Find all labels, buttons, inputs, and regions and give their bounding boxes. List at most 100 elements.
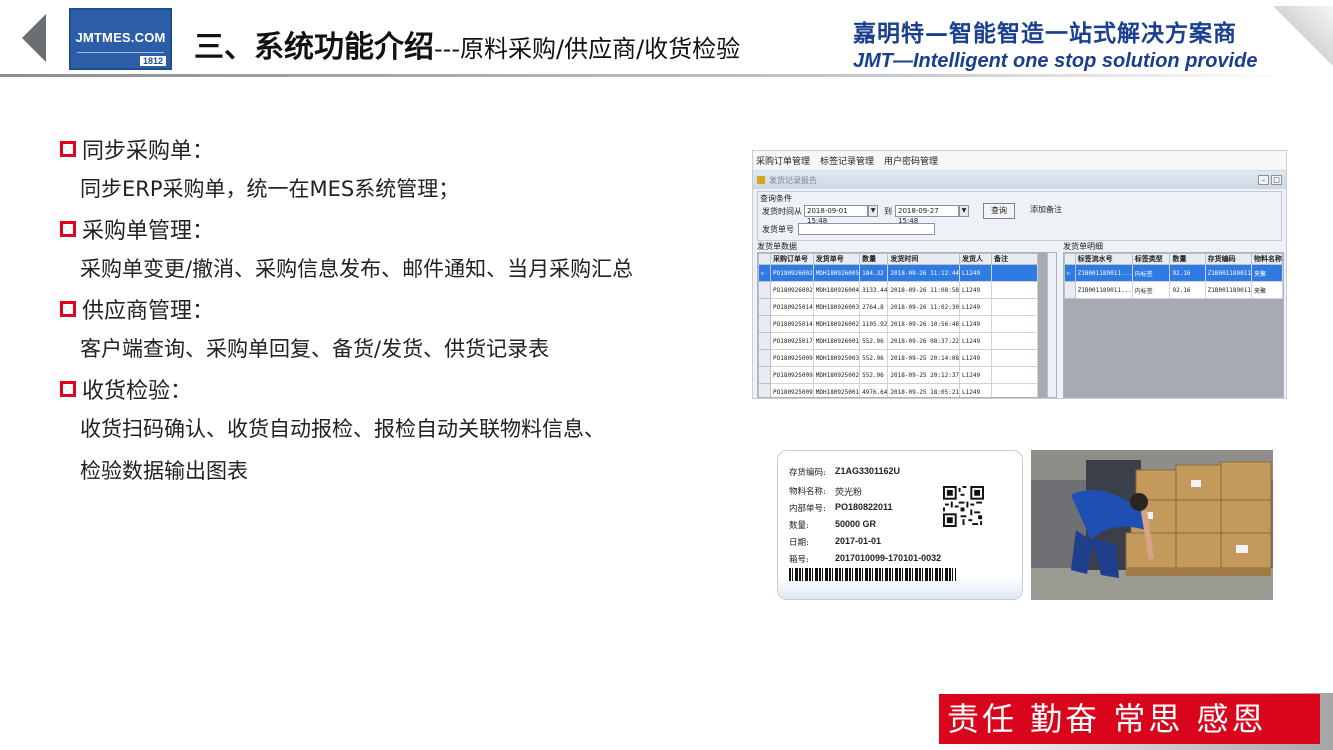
table-cell (991, 315, 1039, 333)
column-header[interactable]: 标签流水号 (1074, 253, 1133, 265)
section-heading-text: 采购单管理： (82, 219, 215, 244)
vertical-scrollbar[interactable] (1047, 253, 1056, 397)
table-cell: MDH180926001 (812, 332, 861, 350)
row-pointer-icon[interactable]: ▷ (1064, 264, 1076, 282)
table-cell: 2018-09-26 10:56:48 (887, 315, 961, 333)
chevron-down-icon[interactable]: ▼ (868, 205, 878, 217)
table-cell: 内标签 (1131, 264, 1171, 282)
shipment-grid: 采购订单号 发货单号 数量 发货时间 发货人 备注 ▷ PO180926002 MDH18092… (757, 252, 1057, 398)
qr-code-icon (943, 486, 984, 527)
table-row[interactable]: PO180926002 MDH180926004 3133.44 2018-09-26… (758, 281, 1039, 299)
app-menubar: 采购订单管理 标签记录管理 用户密码管理 (753, 151, 1286, 171)
detail-table: 标签流水号 标签类型 数量 存货编码 物料名称 ▷ Z1B001189011... 内标签 92… (1064, 253, 1283, 299)
column-header[interactable]: 发货单号 (812, 253, 861, 265)
slide-header: JMTMES.COM 1812 三、系统功能介绍---原料采购/供应商/收货检验… (0, 0, 1333, 80)
table-row[interactable]: PO180925009 MDH180925002 552.96 2018-09-25 … (758, 366, 1039, 384)
table-row[interactable]: ▷ Z1B001189011... 内标签 92.16 Z1B001189011 夹聚 (1064, 264, 1283, 282)
bullet-square-icon (60, 301, 76, 317)
row-indicator[interactable] (758, 349, 771, 367)
menu-item-purchase-orders[interactable]: 采购订单管理 (756, 154, 810, 167)
detail-grid-panel: 发货单明细 标签流水号 标签类型 数量 存货编码 物料名称 ▷ Z1B001189011..… (1063, 241, 1284, 398)
date-from-input[interactable]: 2018-09-01 15:48 (804, 205, 868, 225)
table-cell: L1249 (959, 332, 993, 350)
table-cell: 2018-09-25 20:12:37 (887, 366, 961, 384)
table-cell: PO180925009 (770, 349, 814, 367)
row-indicator[interactable] (758, 298, 771, 316)
table-cell: Z1B001189011... (1074, 264, 1133, 282)
label-field: 物料名称: 荧光粉 (789, 485, 862, 498)
column-header[interactable]: 发货人 (959, 253, 993, 265)
table-row[interactable]: PO180925014 MDH180926003 2764.8 2018-09-26 … (758, 298, 1039, 316)
row-indicator[interactable] (758, 315, 771, 333)
table-cell (991, 264, 1039, 282)
table-row[interactable]: PO180925014 MDH180926002 1105.92 2018-09-26… (758, 315, 1039, 333)
row-indicator-header (758, 253, 771, 265)
warehouse-receiving-photo (1031, 450, 1273, 600)
menu-item-label-records[interactable]: 标签记录管理 (820, 154, 874, 167)
column-header[interactable]: 物料名称 (1250, 253, 1283, 265)
logo-divider (77, 52, 164, 53)
table-cell: L1249 (959, 264, 993, 282)
app-screenshot: 采购订单管理 标签记录管理 用户密码管理 发货记录报告 – □ 查询条件 发货时… (752, 150, 1287, 399)
table-row[interactable]: ▷ PO180926002 MDH180926005 184.32 2018-09-26… (758, 264, 1039, 282)
table-row[interactable]: PO180925009 MDH180925001 4976.64 2018-09-25… (758, 383, 1039, 397)
date-to-label: 到 (884, 206, 892, 216)
table-cell: 92.16 (1169, 264, 1206, 282)
column-header[interactable]: 存货编码 (1204, 253, 1252, 265)
query-button[interactable]: 查询 (983, 203, 1015, 219)
table-cell: 3133.44 (859, 281, 889, 299)
table-row[interactable]: PO180925009 MDH180925003 552.96 2018-09-25 … (758, 349, 1039, 367)
maximize-icon[interactable]: □ (1271, 175, 1282, 185)
date-to-input[interactable]: 2018-09-27 15:48 (895, 205, 959, 225)
column-header[interactable]: 采购订单号 (770, 253, 814, 265)
table-cell: Z1B001189011 (1204, 281, 1252, 299)
table-cell: MDH180926002 (812, 315, 861, 333)
table-cell: L1249 (959, 366, 993, 384)
column-header[interactable]: 备注 (991, 253, 1039, 265)
section-heading: 供应商管理： (60, 290, 750, 328)
add-note-button[interactable]: 添加备注 (1023, 203, 1069, 219)
table-cell: L1249 (959, 383, 993, 397)
feature-list: 同步采购单： 同步ERP采购单，统一在MES系统管理； 采购单管理： 采购单变更/撤消… (60, 130, 750, 492)
section-heading-text: 供应商管理： (82, 299, 215, 324)
table-cell: 内标签 (1131, 281, 1171, 299)
chevron-down-icon[interactable]: ▼ (959, 205, 969, 217)
table-row[interactable]: PO180925017 MDH180926001 552.96 2018-09-26 … (758, 332, 1039, 350)
table-cell: PO180925009 (770, 366, 814, 384)
barcode-icon (789, 568, 956, 581)
table-row[interactable]: Z1B001189011... 内标签 92.16 Z1B001189011 夹聚 (1064, 281, 1283, 299)
table-cell (991, 383, 1039, 397)
row-pointer-icon[interactable]: ▷ (758, 264, 771, 282)
label-field: 箱号: 2017010099-170101-0032 (789, 553, 941, 565)
row-indicator[interactable] (758, 383, 771, 397)
column-header[interactable]: 数量 (1169, 253, 1206, 265)
material-label: 存货编码: Z1AG3301162U 物料名称: 荧光粉 内部单号: PO18082201… (777, 450, 1023, 600)
row-indicator[interactable] (758, 332, 771, 350)
column-header[interactable]: 发货时间 (887, 253, 961, 265)
table-cell: PO180925014 (770, 298, 814, 316)
row-indicator[interactable] (758, 281, 771, 299)
company-name-cn: 嘉明特—智能智造一站式解决方案商 (853, 21, 1237, 47)
window-controls: – □ (1256, 175, 1282, 185)
menu-item-user-password[interactable]: 用户密码管理 (884, 154, 938, 167)
minimize-icon[interactable]: – (1258, 175, 1269, 185)
label-field: 内部单号: PO180822011 (789, 502, 893, 514)
label-field-value: 50000 GR (835, 519, 877, 529)
section-description: 收货扫码确认、收货自动报检、报检自动关联物料信息、 (80, 417, 605, 441)
ship-no-input[interactable] (798, 223, 935, 235)
column-header[interactable]: 标签类型 (1131, 253, 1171, 265)
logo-text: JMTMES.COM (75, 30, 166, 45)
column-header[interactable]: 数量 (859, 253, 889, 265)
table-cell (991, 298, 1039, 316)
row-indicator[interactable] (758, 366, 771, 384)
section-heading: 收货检验： (60, 370, 750, 408)
table-cell: L1249 (959, 298, 993, 316)
label-field-value: 2017-01-01 (835, 536, 882, 546)
table-cell: L1249 (959, 315, 993, 333)
table-cell: 2764.8 (859, 298, 889, 316)
ship-no-row: 发货单号 (762, 223, 935, 235)
table-cell (991, 281, 1039, 299)
shipment-grid-panel: 发货单数据 采购订单号 发货单号 数量 发货时间 发货人 备注 ▷ PO180926002 MD… (757, 241, 1057, 398)
row-indicator[interactable] (1064, 281, 1076, 299)
table-cell: 2018-09-25 20:14:08 (887, 349, 961, 367)
